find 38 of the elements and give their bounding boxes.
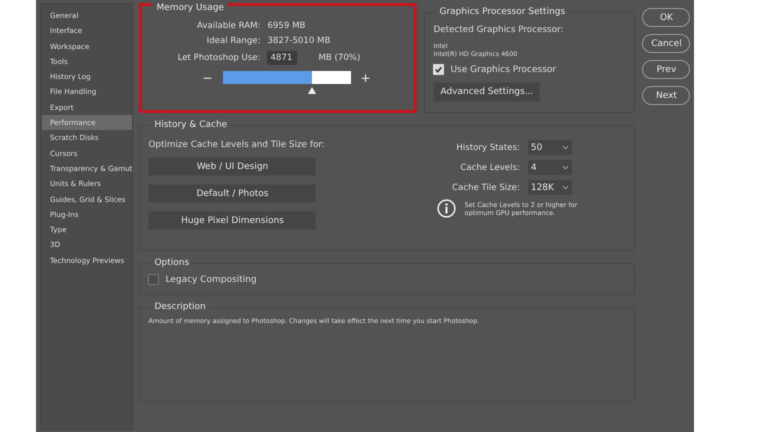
- field-value: 3827-5010 MB: [267, 36, 332, 46]
- field-label: Ideal Range:: [206, 36, 260, 46]
- field-label: History States:: [456, 142, 520, 152]
- dropdown[interactable]: 128K: [528, 180, 572, 195]
- field-label: Let Photoshop Use:: [176, 53, 260, 63]
- slider-thumb[interactable]: [308, 87, 316, 94]
- dialog-button[interactable]: OK: [642, 8, 690, 27]
- info-icon: [437, 199, 456, 218]
- checkbox[interactable]: [148, 274, 160, 285]
- group-title: Description: [150, 302, 210, 312]
- field-label: Cache Levels:: [460, 162, 520, 172]
- optimize-label: Optimize Cache Levels and Tile Size for:: [148, 140, 325, 150]
- field-label: Cache Tile Size:: [452, 182, 520, 192]
- caret-icon: [562, 145, 569, 150]
- dialog-button[interactable]: Prev: [642, 60, 690, 79]
- caret-icon: [562, 165, 569, 170]
- dropdown[interactable]: 4: [528, 160, 572, 175]
- group-title: Options: [150, 258, 194, 268]
- advanced-settings-button[interactable]: Advanced Settings...: [433, 82, 540, 102]
- field-value: 6959 MB: [267, 21, 306, 31]
- preset-button[interactable]: Default / Photos: [148, 184, 316, 203]
- dialog-button[interactable]: Cancel: [642, 34, 690, 53]
- detected-label: Detected Graphics Processor:: [433, 25, 564, 35]
- group-title: History & Cache: [150, 120, 232, 130]
- caret-icon: [562, 185, 569, 190]
- increase-button[interactable]: +: [358, 72, 373, 84]
- dialog-button[interactable]: Next: [642, 86, 690, 105]
- group-title: Graphics Processor Settings: [435, 7, 570, 17]
- field-label: Available RAM:: [196, 21, 260, 31]
- preset-button[interactable]: Huge Pixel Dimensions: [148, 211, 316, 230]
- checkbox-label: Use Graphics Processor: [450, 64, 556, 74]
- group-title: Memory Usage: [152, 3, 228, 13]
- memory-input[interactable]: 4871: [267, 51, 298, 65]
- dropdown[interactable]: 50: [528, 140, 572, 155]
- checkbox-label: Legacy Compositing: [165, 274, 257, 284]
- preset-button[interactable]: Web / UI Design: [148, 157, 316, 176]
- unit-label: MB (70%): [317, 53, 362, 63]
- decrease-button[interactable]: −: [200, 72, 215, 84]
